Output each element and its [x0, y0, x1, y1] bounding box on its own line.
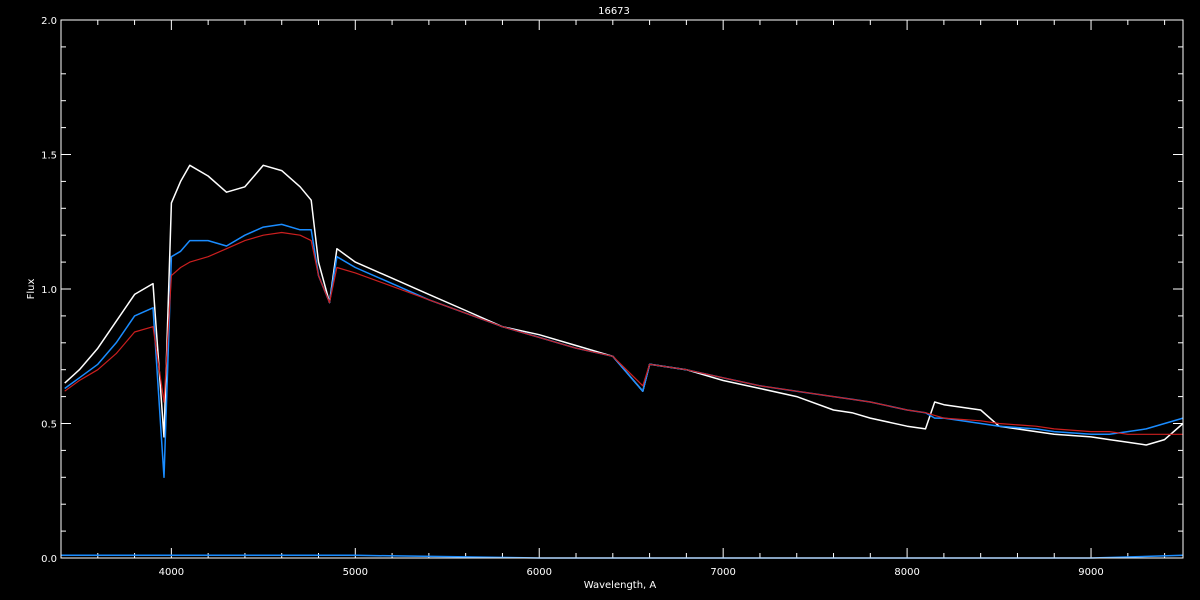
x-tick-label: 7000 — [710, 567, 735, 578]
y-tick-label: 0.5 — [41, 420, 57, 431]
x-tick-label: 4000 — [159, 567, 184, 578]
chart-title: 16673 — [598, 6, 630, 17]
x-tick-label: 8000 — [894, 567, 919, 578]
y-tick-label: 1.0 — [41, 285, 57, 296]
spectrum-plot: 16673 Wavelength, A Flux 4000 5000 6000 700… — [0, 0, 1200, 600]
x-tick-label: 9000 — [1078, 567, 1103, 578]
x-tick-label: 5000 — [343, 567, 368, 578]
plot-background — [0, 0, 1200, 600]
x-axis-label: Wavelength, A — [584, 580, 657, 591]
y-tick-label: 2.0 — [41, 16, 57, 27]
x-tick-label: 6000 — [527, 567, 552, 578]
y-tick-label: 0.0 — [41, 554, 57, 565]
y-tick-label: 1.5 — [41, 151, 57, 162]
y-axis-label: Flux — [26, 279, 37, 300]
